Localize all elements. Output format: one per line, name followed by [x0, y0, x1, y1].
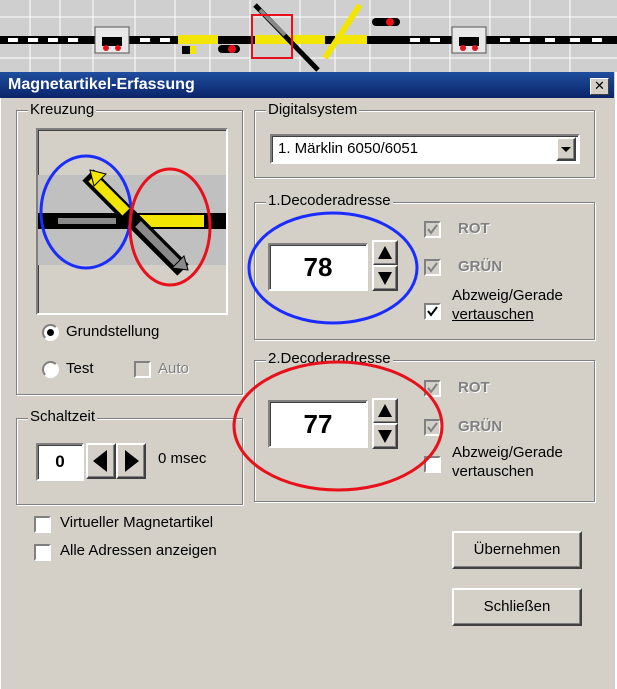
all-addresses-label: Alle Adressen anzeigen — [60, 542, 217, 559]
track-layout-strip — [0, 0, 617, 72]
signal-icon — [218, 45, 240, 53]
locomotive-icon — [94, 26, 130, 54]
virtual-label: Virtueller Magnetartikel — [60, 514, 214, 531]
apply-button[interactable]: Übernehmen — [452, 531, 582, 569]
auto-checkbox[interactable] — [134, 361, 151, 378]
decoder1-gruen-label: GRÜN — [458, 258, 503, 275]
decoder1-swap-label-2: vertauschen — [452, 306, 534, 323]
dialog-title: Magnetartikel-Erfassung — [8, 76, 195, 93]
kreuzung-label: Kreuzung — [28, 101, 97, 118]
locomotive-icon — [451, 26, 487, 54]
decoder1-gruen-checkbox[interactable] — [424, 259, 441, 276]
close-dialog-button[interactable]: Schließen — [452, 588, 582, 626]
digitalsystem-value: 1. Märklin 6050/6051 — [278, 140, 419, 157]
grundstellung-label: Grundstellung — [66, 323, 160, 340]
chevron-down-icon — [561, 147, 571, 152]
schaltzeit-label: Schaltzeit — [28, 408, 98, 425]
schaltzeit-input[interactable]: 0 — [36, 443, 84, 481]
schaltzeit-increase-button[interactable] — [116, 443, 146, 479]
crossing-preview — [36, 128, 228, 315]
left-arrow-icon — [93, 450, 107, 472]
decoder2-rot-label: ROT — [458, 379, 490, 396]
digitalsystem-label: Digitalsystem — [266, 101, 360, 118]
decoder2-gruen-label: GRÜN — [458, 418, 503, 435]
close-button[interactable]: ✕ — [590, 78, 609, 95]
test-label: Test — [66, 360, 94, 377]
decoder2-swap-label-2: vertauschen — [452, 463, 534, 480]
checkmark-icon — [427, 262, 438, 273]
all-addresses-checkbox[interactable] — [34, 544, 51, 561]
radio-dot — [47, 329, 54, 336]
crossing-icon — [38, 154, 226, 287]
track-diagram — [0, 0, 617, 72]
right-arrow-icon — [125, 450, 139, 472]
digitalsystem-select[interactable]: 1. Märklin 6050/6051 — [270, 134, 580, 164]
decoder1-rot-label: ROT — [458, 220, 490, 237]
checkmark-icon — [427, 224, 438, 235]
decoder2-swap-label-1: Abzweig/Gerade — [452, 444, 563, 461]
decoder1-swap-label-1: Abzweig/Gerade — [452, 287, 563, 304]
annotation-blue-ellipse — [247, 211, 419, 325]
decoder1-rot-checkbox[interactable] — [424, 221, 441, 238]
schaltzeit-unit: 0 msec — [158, 450, 207, 467]
schaltzeit-decrease-button[interactable] — [86, 443, 116, 479]
decoder1-swap-checkbox[interactable] — [424, 303, 441, 320]
checkmark-icon — [427, 306, 438, 317]
decoder1-label: 1.Decoderadresse — [266, 192, 393, 209]
annotation-red-ellipse — [232, 360, 444, 492]
auto-label: Auto — [158, 360, 189, 377]
dropdown-button[interactable] — [556, 137, 576, 161]
test-radio[interactable] — [42, 361, 59, 378]
signal-icon — [372, 18, 400, 26]
grundstellung-radio[interactable] — [42, 324, 59, 341]
virtual-checkbox[interactable] — [34, 516, 51, 533]
